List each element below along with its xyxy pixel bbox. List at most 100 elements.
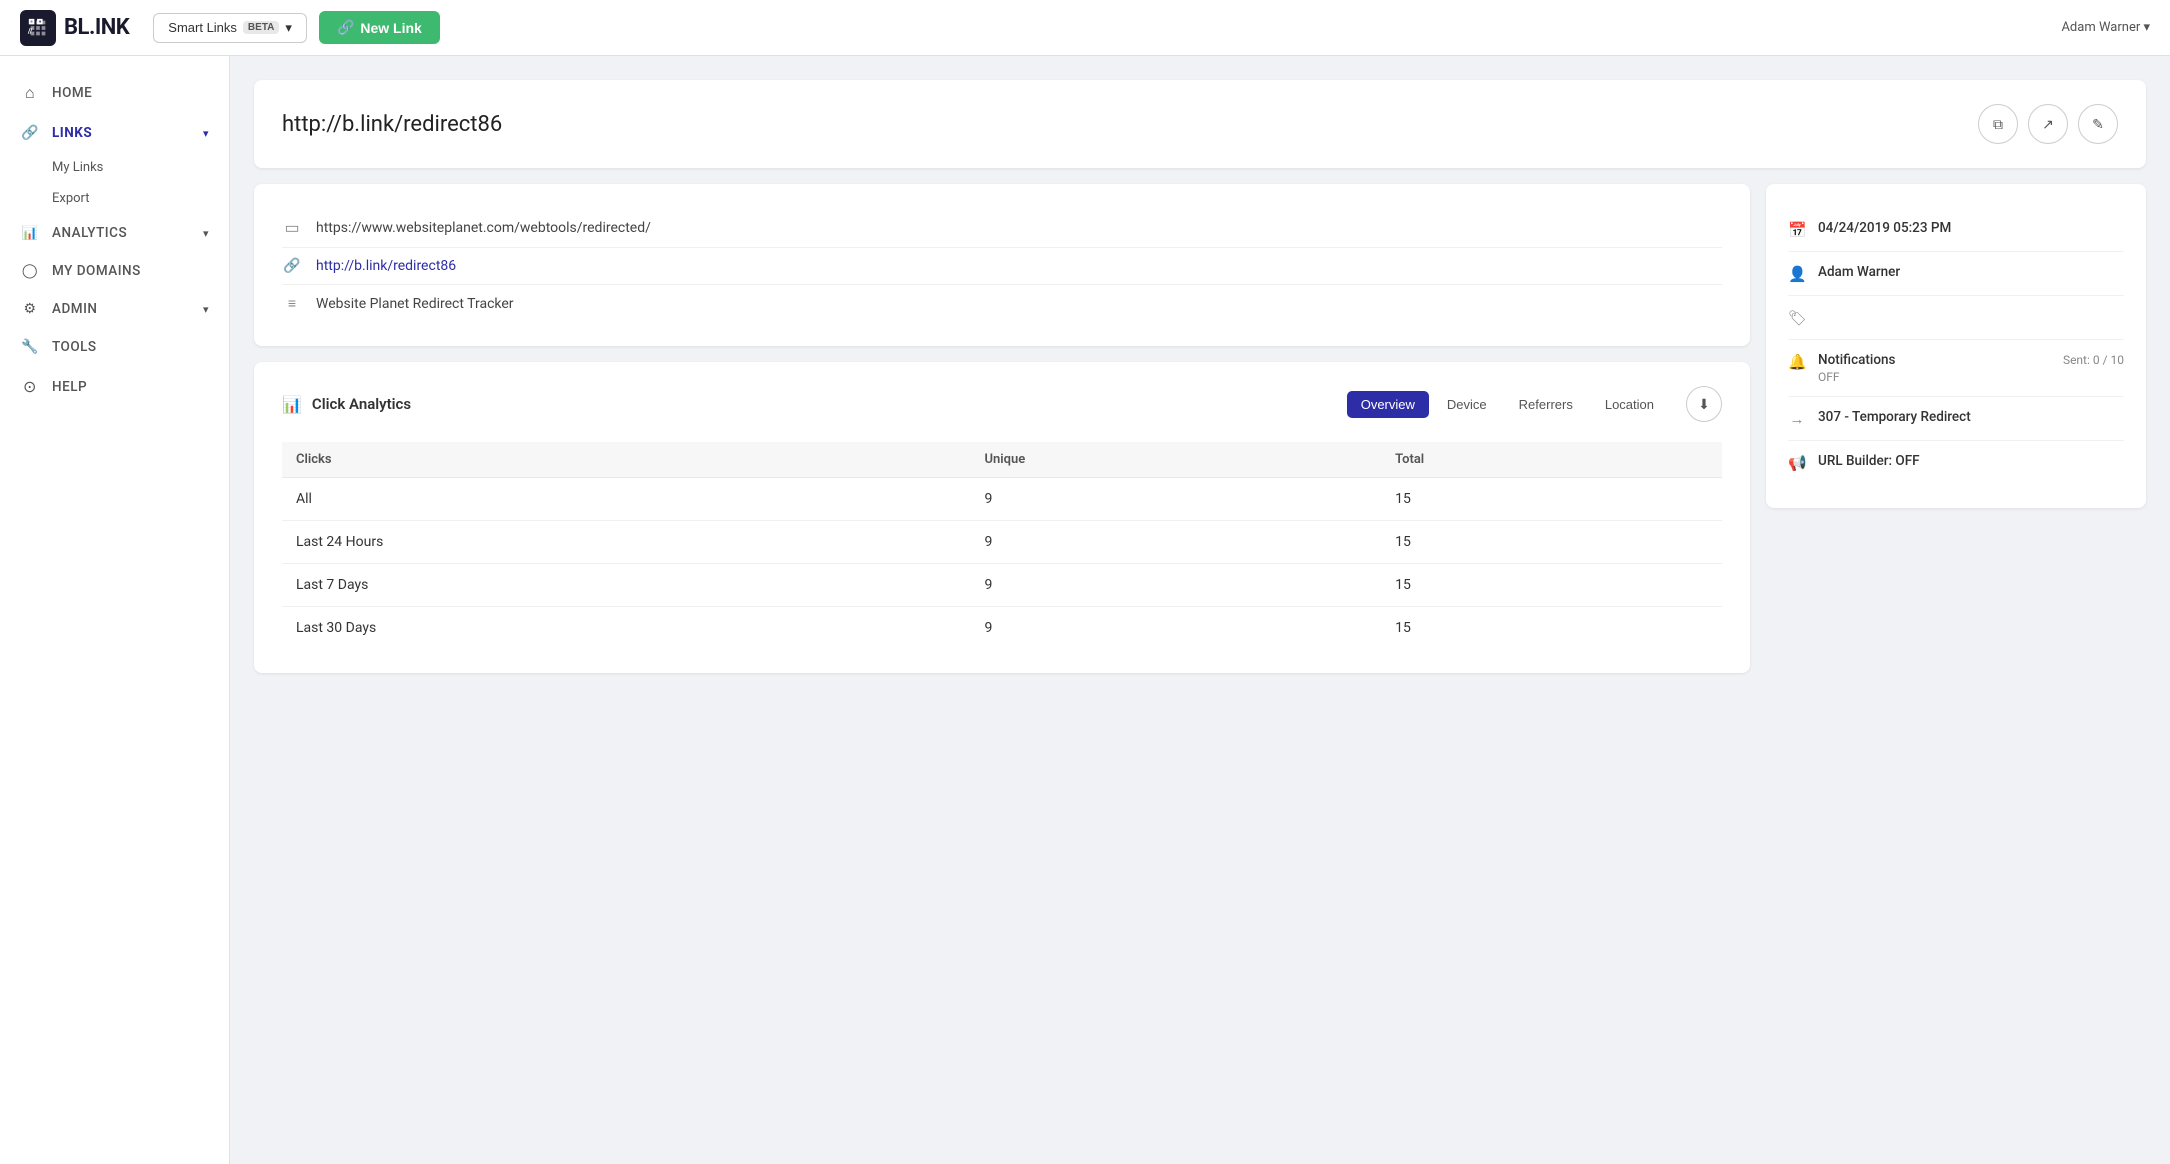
destination-row: ▭ https://www.websiteplanet.com/webtools… [282, 208, 1722, 248]
edit-icon: ✎ [2092, 116, 2104, 133]
megaphone-icon: 📢 [1788, 454, 1806, 472]
link-info-card: ▭ https://www.websiteplanet.com/webtools… [254, 184, 1750, 346]
chevron-down-icon: ▾ [203, 127, 209, 140]
sidebar-item-links[interactable]: 🔗 LINKS ▾ [0, 114, 229, 152]
redirect-type: 307 - Temporary Redirect [1818, 409, 1971, 425]
header-actions: ⧉ ↗ ✎ [1978, 104, 2118, 144]
sidebar: ⌂ HOME 🔗 LINKS ▾ My Links Export 📊 ANALY… [0, 56, 230, 1164]
browser-icon: ▭ [282, 218, 302, 237]
calendar-icon: 📅 [1788, 221, 1806, 239]
notifications-status: OFF [1818, 370, 2124, 384]
row-total: 15 [1381, 607, 1722, 650]
svg-text://: // [27, 26, 33, 35]
row-label: Last 30 Days [282, 607, 970, 650]
tools-icon: 🔧 [20, 339, 40, 355]
date-content: 04/24/2019 05:23 PM [1818, 220, 2124, 236]
tab-referrers[interactable]: Referrers [1505, 391, 1587, 418]
tag-icon: 🏷 [1788, 309, 1806, 327]
sidebar-label-help: HELP [52, 379, 87, 395]
main-content: http://b.link/redirect86 ⧉ ↗ ✎ [230, 56, 2170, 1164]
analytics-table: Clicks Unique Total All 9 15 [282, 442, 1722, 649]
sidebar-item-my-domains[interactable]: ◯ MY DOMAINS [0, 252, 229, 290]
tab-device[interactable]: Device [1433, 391, 1501, 418]
link-title: Website Planet Redirect Tracker [316, 296, 514, 312]
page-title: http://b.link/redirect86 [282, 112, 502, 137]
title-row: ≡ Website Planet Redirect Tracker [282, 285, 1722, 322]
row-total: 15 [1381, 564, 1722, 607]
sidebar-item-my-links[interactable]: My Links [52, 152, 229, 183]
row-label: Last 24 Hours [282, 521, 970, 564]
external-link-icon: ↗ [2042, 116, 2054, 133]
chevron-down-icon: ▾ [285, 20, 292, 36]
info-sidebar: 📅 04/24/2019 05:23 PM 👤 Adam Warner 🏷 [1766, 184, 2146, 689]
edit-button[interactable]: ✎ [2078, 104, 2118, 144]
download-button[interactable]: ⬇ [1686, 386, 1722, 422]
created-date: 04/24/2019 05:23 PM [1818, 220, 1951, 236]
beta-badge: BETA [243, 21, 279, 34]
row-unique: 9 [970, 478, 1381, 521]
user-menu[interactable]: Adam Warner ▾ [2061, 20, 2150, 35]
smart-links-label: Smart Links [168, 20, 237, 35]
chevron-down-icon: ▾ [203, 303, 209, 316]
info-sidebar-card: 📅 04/24/2019 05:23 PM 👤 Adam Warner 🏷 [1766, 184, 2146, 508]
analytics-icon: 📊 [20, 226, 40, 241]
owner-content: Adam Warner [1818, 264, 2124, 280]
sidebar-label-admin: ADMIN [52, 301, 97, 317]
url-builder-content: URL Builder: OFF [1818, 453, 2124, 469]
owner-row: 👤 Adam Warner [1788, 252, 2124, 296]
col-total: Total [1381, 442, 1722, 478]
analytics-header: 📊 Click Analytics Overview Device Referr… [282, 386, 1722, 422]
row-unique: 9 [970, 607, 1381, 650]
row-unique: 9 [970, 521, 1381, 564]
row-label: All [282, 478, 970, 521]
redirect-row: → 307 - Temporary Redirect [1788, 397, 2124, 441]
chain-icon: 🔗 [282, 258, 302, 274]
copy-button[interactable]: ⧉ [1978, 104, 2018, 144]
download-icon: ⬇ [1698, 396, 1710, 413]
user-icon: 👤 [1788, 265, 1806, 283]
domain-icon: ◯ [20, 263, 40, 279]
notifications-content: Notifications Sent: 0 / 10 OFF [1818, 352, 2124, 384]
copy-icon: ⧉ [1993, 116, 2003, 133]
sidebar-item-analytics[interactable]: 📊 ANALYTICS ▾ [0, 214, 229, 252]
redirect-content: 307 - Temporary Redirect [1818, 409, 2124, 425]
analytics-card: 📊 Click Analytics Overview Device Referr… [254, 362, 1750, 673]
table-row: Last 30 Days 9 15 [282, 607, 1722, 650]
row-label: Last 7 Days [282, 564, 970, 607]
open-button[interactable]: ↗ [2028, 104, 2068, 144]
sidebar-label-links: LINKS [52, 125, 92, 141]
tab-location[interactable]: Location [1591, 391, 1668, 418]
new-link-button[interactable]: 🔗 New Link [319, 11, 440, 44]
sidebar-item-tools[interactable]: 🔧 TOOLS [0, 328, 229, 366]
sidebar-item-help[interactable]: ⊙ HELP [0, 366, 229, 407]
logo-icon: // [20, 10, 56, 46]
sidebar-item-export[interactable]: Export [52, 183, 229, 214]
links-submenu: My Links Export [0, 152, 229, 214]
user-label: Adam Warner ▾ [2061, 20, 2150, 35]
notifications-sent: Sent: 0 / 10 [2063, 353, 2124, 367]
home-icon: ⌂ [20, 83, 40, 103]
sidebar-label-my-domains: MY DOMAINS [52, 263, 141, 279]
analytics-title: Click Analytics [312, 395, 411, 413]
link-icon: 🔗 [337, 19, 354, 36]
url-builder-status: URL Builder: OFF [1818, 453, 1920, 469]
top-navigation: // BL.INK Smart Links BETA ▾ 🔗 New Link … [0, 0, 2170, 56]
link-icon: 🔗 [20, 125, 40, 141]
url-builder-row: 📢 URL Builder: OFF [1788, 441, 2124, 484]
col-unique: Unique [970, 442, 1381, 478]
smart-links-dropdown[interactable]: Smart Links BETA ▾ [153, 13, 307, 43]
table-row: All 9 15 [282, 478, 1722, 521]
logo[interactable]: // BL.INK [20, 10, 129, 46]
date-row: 📅 04/24/2019 05:23 PM [1788, 208, 2124, 252]
sidebar-item-admin[interactable]: ⚙ ADMIN ▾ [0, 290, 229, 328]
destination-url: https://www.websiteplanet.com/webtools/r… [316, 220, 651, 236]
page-header: http://b.link/redirect86 ⧉ ↗ ✎ [254, 80, 2146, 168]
notifications-label: Notifications [1818, 352, 1895, 368]
bell-icon: 🔔 [1788, 353, 1806, 371]
logo-text: BL.INK [64, 15, 129, 40]
tags-row: 🏷 [1788, 296, 2124, 340]
short-url[interactable]: http://b.link/redirect86 [316, 258, 456, 274]
tab-overview[interactable]: Overview [1347, 391, 1429, 418]
sidebar-item-home[interactable]: ⌂ HOME [0, 72, 229, 114]
chevron-down-icon: ▾ [203, 227, 209, 240]
